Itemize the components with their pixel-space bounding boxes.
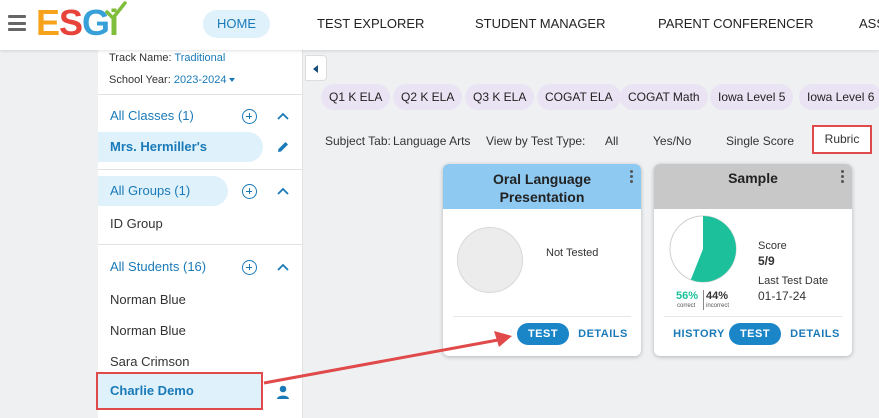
card-header: Oral Language Presentation: [443, 164, 641, 209]
tab-q1-k-ela[interactable]: Q1 K ELA: [321, 84, 391, 110]
kebab-menu-icon[interactable]: [841, 170, 845, 184]
kebab-menu-icon[interactable]: [630, 170, 634, 184]
add-student-icon[interactable]: [242, 260, 257, 275]
chevron-up-icon[interactable]: [276, 111, 290, 121]
card-title: Presentation: [499, 189, 585, 205]
card-header: Sample: [654, 164, 852, 209]
details-button[interactable]: DETAILS: [573, 323, 633, 345]
card-title: Sample: [728, 170, 778, 186]
track-name: Track Name: Traditional: [109, 52, 225, 64]
top-navigation-bar: E S G i HOME TEST EXPLORER STUDENT MANAG…: [0, 0, 879, 50]
nav-parent-conferencer[interactable]: PARENT CONFERENCER: [644, 10, 828, 38]
filter-yes-no[interactable]: Yes/No: [653, 134, 691, 148]
collapse-sidebar-button[interactable]: [305, 55, 327, 81]
tab-iowa-level-5[interactable]: Iowa Level 5: [710, 84, 794, 110]
add-group-icon[interactable]: [242, 184, 257, 199]
student-item[interactable]: Sara Crimson: [110, 354, 189, 369]
highlight-box-student: [96, 372, 263, 410]
school-year-dropdown[interactable]: 2023-2024: [174, 74, 227, 86]
divider: [98, 244, 303, 245]
logo-checkmark-icon: [105, 1, 127, 20]
score-pie-chart: [669, 215, 737, 283]
divider: [98, 94, 303, 95]
divider: [664, 316, 842, 317]
track-name-value: Traditional: [174, 52, 226, 64]
details-button[interactable]: DETAILS: [785, 323, 845, 345]
divider: [98, 169, 303, 170]
tab-cogat-ela[interactable]: COGAT ELA: [537, 84, 621, 110]
card-title: Oral Language: [492, 171, 592, 187]
student-item[interactable]: Norman Blue: [110, 323, 186, 338]
incorrect-label: incorrect: [706, 303, 730, 309]
logo-letter-s: S: [59, 2, 83, 43]
test-card-oral-language: Oral Language Presentation Not Tested TE…: [443, 164, 641, 356]
edit-pencil-icon[interactable]: [276, 140, 290, 154]
last-test-date-value: 01-17-24: [758, 289, 807, 303]
subject-tab-value: Language Arts: [393, 134, 471, 148]
tab-q2-k-ela[interactable]: Q2 K ELA: [393, 84, 463, 110]
tab-cogat-math[interactable]: COGAT Math: [620, 84, 708, 110]
filter-single-score[interactable]: Single Score: [726, 134, 794, 148]
correct-label: correct: [677, 303, 696, 309]
all-classes-header[interactable]: All Classes (1): [98, 101, 194, 131]
incorrect-percent: 44%: [706, 290, 729, 302]
track-name-label: Track Name:: [109, 52, 172, 64]
score-value: 5/9: [758, 254, 775, 268]
all-groups-header[interactable]: All Groups (1): [98, 176, 228, 206]
filter-rubric[interactable]: Rubric: [812, 125, 872, 154]
subject-tab-label: Subject Tab:: [325, 134, 391, 148]
school-year-label: School Year:: [109, 74, 171, 86]
class-sidebar: Track Name: Traditional School Year: 202…: [98, 50, 303, 418]
nav-assessment-truncated[interactable]: ASS: [845, 10, 879, 38]
group-item-id-group[interactable]: ID Group: [110, 216, 163, 231]
menu-icon[interactable]: [8, 15, 26, 31]
nav-student-manager[interactable]: STUDENT MANAGER: [461, 10, 620, 38]
nav-home[interactable]: HOME: [203, 10, 270, 38]
last-test-date-label: Last Test Date: [758, 275, 829, 287]
empty-score-circle: [457, 227, 523, 293]
filter-all[interactable]: All: [605, 134, 618, 148]
student-item[interactable]: Norman Blue: [110, 292, 186, 307]
correct-percent: 56%: [676, 290, 699, 302]
score-label: Score: [758, 240, 787, 252]
tab-iowa-level-6[interactable]: Iowa Level 6: [799, 84, 879, 110]
test-button[interactable]: TEST: [517, 323, 569, 345]
add-class-icon[interactable]: [242, 109, 257, 124]
tab-q3-k-ela[interactable]: Q3 K ELA: [465, 84, 535, 110]
nav-test-explorer[interactable]: TEST EXPLORER: [303, 10, 438, 38]
class-item-mrs-hermiller[interactable]: Mrs. Hermiller's: [98, 132, 263, 162]
school-year: School Year: 2023-2024: [109, 74, 236, 86]
test-card-sample: Sample 56% correct 44% incorrect Score 5…: [654, 164, 852, 356]
chevron-up-icon[interactable]: [276, 262, 290, 272]
person-icon[interactable]: [275, 384, 291, 400]
test-button[interactable]: TEST: [729, 323, 781, 345]
history-button[interactable]: HISTORY: [670, 323, 728, 345]
divider: [703, 290, 704, 310]
divider: [453, 316, 631, 317]
caret-down-icon[interactable]: [229, 78, 236, 83]
logo-letter-e: E: [36, 2, 60, 43]
all-students-header[interactable]: All Students (16): [98, 252, 206, 282]
not-tested-status: Not Tested: [546, 247, 599, 259]
view-by-test-type-label: View by Test Type:: [486, 134, 586, 148]
chevron-up-icon[interactable]: [276, 186, 290, 196]
